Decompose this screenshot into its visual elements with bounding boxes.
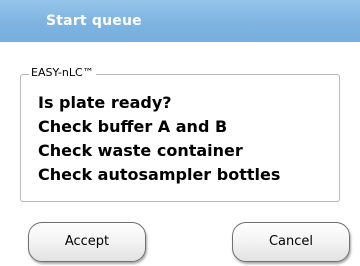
start-queue-dialog: Start queue EASY-nLC™ Is plate ready? Ch… [0, 0, 360, 266]
message-check-autosampler: Check autosampler bottles [38, 165, 281, 184]
title-bar: Start queue [0, 0, 360, 42]
message-check-buffer: Check buffer A and B [38, 117, 228, 136]
dialog-title: Start queue [46, 13, 142, 29]
message-plate-ready: Is plate ready? [38, 93, 172, 112]
cancel-button[interactable]: Cancel [232, 222, 350, 262]
group-legend: EASY-nLC™ [29, 66, 96, 80]
accept-button[interactable]: Accept [28, 222, 146, 262]
checklist-messages: Is plate ready? Check buffer A and B Che… [38, 91, 334, 187]
message-check-waste: Check waste container [38, 141, 243, 160]
